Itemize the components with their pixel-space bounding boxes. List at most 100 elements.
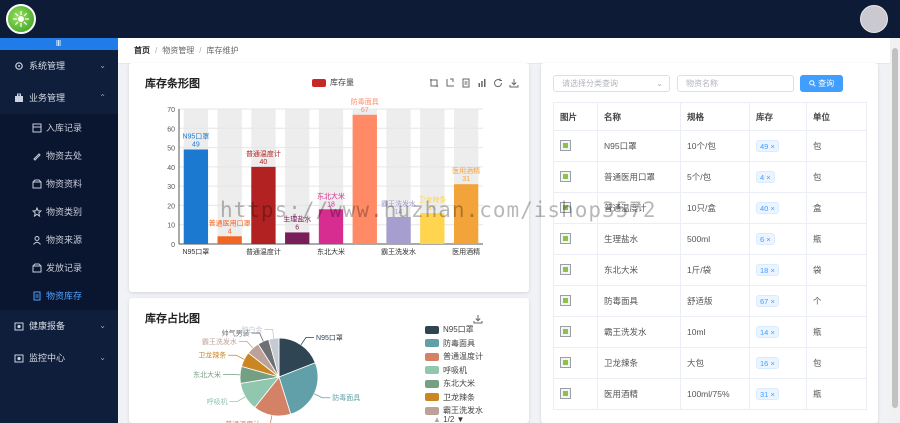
bar[interactable] bbox=[183, 149, 209, 245]
pie-slice-label: 防毒面具 bbox=[332, 393, 360, 402]
bar[interactable] bbox=[251, 166, 276, 244]
chevron-up-icon: ⌃ bbox=[99, 93, 106, 102]
pager-label: 1/2 bbox=[443, 415, 455, 423]
pie-legend-item[interactable]: 普通温度计 bbox=[425, 350, 483, 364]
page-scrollbar[interactable] bbox=[890, 38, 900, 423]
bar-name-label: 医用酒精 bbox=[452, 166, 480, 175]
sidebar-menu-system[interactable]: 系统管理 ⌄ bbox=[0, 50, 118, 82]
breadcrumb-home[interactable]: 首页 bbox=[134, 46, 150, 55]
table-row[interactable]: 普通医用口罩 5个/包 4 × 包 bbox=[553, 161, 867, 193]
query-button[interactable]: 查询 bbox=[800, 75, 843, 92]
cell-name: 防毒面具 bbox=[597, 285, 681, 317]
image-placeholder-icon[interactable] bbox=[560, 294, 571, 306]
legend-label: 卫龙辣条 bbox=[443, 392, 475, 402]
pager-prev-icon[interactable]: ▲ bbox=[433, 415, 441, 423]
cell-unit: 袋 bbox=[806, 254, 867, 286]
breadcrumb-item[interactable]: 物资管理 bbox=[162, 46, 194, 55]
legend-swatch bbox=[425, 379, 439, 388]
bar[interactable] bbox=[217, 236, 242, 244]
scrollbar-thumb[interactable] bbox=[892, 48, 898, 408]
image-placeholder-icon[interactable] bbox=[560, 263, 571, 275]
cell-name: 普通医用口罩 bbox=[597, 161, 681, 193]
close-icon[interactable]: × bbox=[766, 173, 770, 182]
pager-next-icon[interactable]: ▼ bbox=[457, 415, 465, 423]
legend-label: 防毒面具 bbox=[443, 338, 475, 348]
sidebar-item-materials[interactable]: 物资资料 bbox=[0, 170, 118, 198]
bar-name-label: 东北大米 bbox=[317, 191, 345, 200]
bar[interactable] bbox=[318, 209, 344, 244]
breadcrumb: 首页 / 物资管理 / 库存维护 bbox=[118, 38, 890, 64]
cell-name: 卫龙辣条 bbox=[597, 347, 681, 379]
kiwi-logo-icon[interactable] bbox=[6, 4, 36, 34]
bar[interactable] bbox=[352, 114, 377, 245]
image-placeholder-icon[interactable] bbox=[560, 201, 571, 213]
cell-unit: 盒 bbox=[806, 192, 867, 224]
pie-legend-item[interactable]: N95口罩 bbox=[425, 323, 483, 337]
y-tick-label: 40 bbox=[167, 165, 175, 172]
image-placeholder-icon[interactable] bbox=[560, 325, 571, 337]
table-row[interactable]: 生理盐水 500ml 6 × 瓶 bbox=[553, 223, 867, 255]
sidebar-menu-business[interactable]: 业务管理 ⌃ bbox=[0, 82, 118, 114]
pie-legend-pager[interactable]: ▲ 1/2 ▼ bbox=[433, 415, 464, 423]
close-icon[interactable]: × bbox=[770, 266, 774, 275]
sidebar-item-categories[interactable]: 物资类别 bbox=[0, 198, 118, 226]
category-select[interactable]: 请选择分类查询 ⌄ bbox=[553, 75, 670, 92]
image-placeholder-icon[interactable] bbox=[560, 387, 571, 399]
cell-image bbox=[553, 285, 598, 317]
col-header-stock: 库存 bbox=[749, 102, 807, 131]
pie-legend-item[interactable]: 防毒面具 bbox=[425, 337, 483, 351]
close-icon[interactable]: × bbox=[770, 390, 774, 399]
stock-tag: 31 × bbox=[756, 388, 779, 400]
cell-spec: 1斤/袋 bbox=[680, 254, 750, 286]
sidebar-item-inventory[interactable]: 物资库存 bbox=[0, 282, 118, 310]
sidebar-item-inbound-records[interactable]: 入库记录 bbox=[0, 114, 118, 142]
user-icon bbox=[33, 236, 41, 245]
cell-name: N95口罩 bbox=[597, 130, 681, 162]
bar-name-label: 卫龙辣条 bbox=[418, 195, 446, 204]
stock-tag-value: 49 bbox=[760, 142, 769, 151]
cell-spec: 舒适版 bbox=[680, 285, 750, 317]
table-row[interactable]: 卫龙辣条 大包 16 × 包 bbox=[553, 347, 867, 379]
close-icon[interactable]: × bbox=[770, 328, 774, 337]
table-row[interactable]: 东北大米 1斤/袋 18 × 袋 bbox=[553, 254, 867, 286]
bar-name-label: N95口罩 bbox=[182, 133, 209, 141]
cell-image bbox=[553, 161, 598, 193]
pie-legend-item[interactable]: 呼吸机 bbox=[425, 364, 483, 378]
inventory-table: 图片 名称 规格 库存 单位 N95口罩 10个/包 49 × 包普通医用口罩 5个/包… bbox=[553, 102, 867, 410]
image-placeholder-icon[interactable] bbox=[560, 139, 571, 151]
sidebar-menu-monitor[interactable]: 监控中心 ⌄ bbox=[0, 342, 118, 374]
y-tick-label: 70 bbox=[167, 107, 175, 114]
stock-tag: 4 × bbox=[756, 171, 775, 183]
sidebar-item-sources[interactable]: 物资来源 bbox=[0, 226, 118, 254]
bar[interactable] bbox=[285, 232, 310, 244]
table-row[interactable]: 医用酒精 100ml/75% 31 × 瓶 bbox=[553, 378, 867, 410]
image-placeholder-icon[interactable] bbox=[560, 170, 571, 182]
sidebar-collapse-button[interactable]: Ⅲ bbox=[0, 38, 118, 50]
sidebar-item-distribution[interactable]: 发放记录 bbox=[0, 254, 118, 282]
bar-name-label: 防毒面具 bbox=[351, 97, 379, 106]
pie-legend-item[interactable]: 卫龙辣条 bbox=[425, 391, 483, 405]
bar[interactable] bbox=[386, 217, 411, 244]
close-icon[interactable]: × bbox=[766, 235, 770, 244]
sidebar-menu-health-report[interactable]: 健康报备 ⌄ bbox=[0, 310, 118, 342]
bar[interactable] bbox=[420, 213, 445, 244]
table-row[interactable]: 防毒面具 舒适版 67 × 个 bbox=[553, 285, 867, 317]
close-icon[interactable]: × bbox=[770, 297, 774, 306]
cell-spec: 10个/包 bbox=[680, 130, 750, 162]
table-row[interactable]: N95口罩 10个/包 49 × 包 bbox=[553, 130, 867, 162]
close-icon[interactable]: × bbox=[770, 359, 774, 368]
image-placeholder-icon[interactable] bbox=[560, 232, 571, 244]
close-icon[interactable]: × bbox=[770, 204, 774, 213]
pie-legend-item[interactable]: 东北大米 bbox=[425, 377, 483, 391]
bar[interactable] bbox=[453, 184, 479, 244]
user-avatar[interactable] bbox=[860, 5, 888, 33]
sidebar-item-destination[interactable]: 物资去处 bbox=[0, 142, 118, 170]
col-header-name: 名称 bbox=[597, 102, 681, 131]
image-placeholder-icon[interactable] bbox=[560, 356, 571, 368]
table-row[interactable]: 霸王洗发水 10ml 14 × 瓶 bbox=[553, 316, 867, 348]
close-icon[interactable]: × bbox=[770, 142, 774, 151]
name-search-input[interactable] bbox=[677, 75, 794, 92]
table-row[interactable]: 普通温度计 10只/盒 40 × 盒 bbox=[553, 192, 867, 224]
cell-stock: 40 × bbox=[749, 192, 807, 224]
sidebar-item-label: 物资库存 bbox=[46, 291, 83, 301]
